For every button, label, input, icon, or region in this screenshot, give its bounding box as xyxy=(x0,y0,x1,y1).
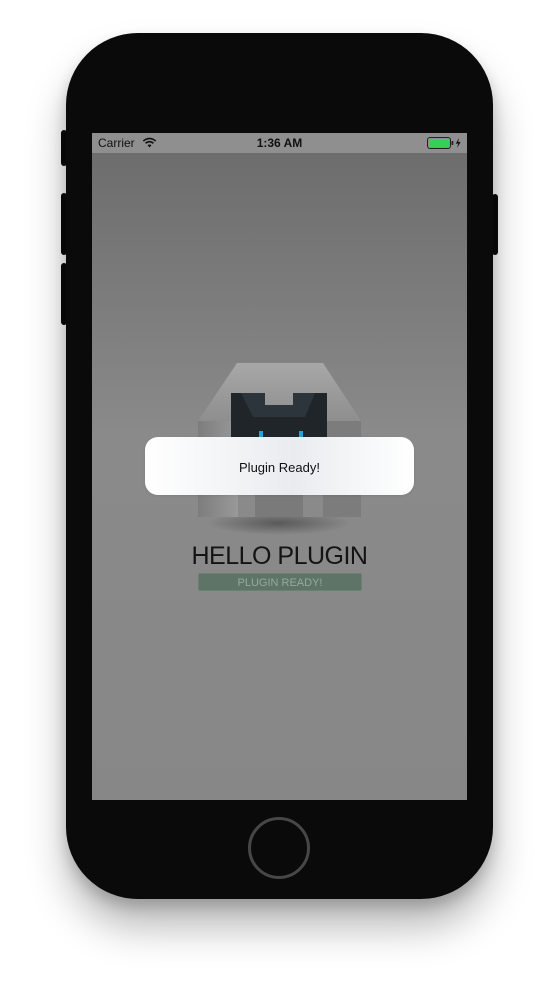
device-stage: Carrier 1:36 AM HELLO PLUGIN PLUGIN READ… xyxy=(0,0,559,981)
toast-message: Plugin Ready! xyxy=(239,460,320,475)
home-button[interactable] xyxy=(248,817,310,879)
battery-icon xyxy=(427,137,461,149)
status-bar: Carrier 1:36 AM xyxy=(92,133,467,153)
charging-bolt-icon xyxy=(455,138,461,148)
status-time: 1:36 AM xyxy=(256,136,303,150)
app-title: HELLO PLUGIN xyxy=(191,542,368,570)
phone-screen: Carrier 1:36 AM HELLO PLUGIN PLUGIN READ… xyxy=(92,133,467,800)
toast-notification: Plugin Ready! xyxy=(145,437,414,495)
plugin-ready-button[interactable]: PLUGIN READY! xyxy=(198,573,362,591)
